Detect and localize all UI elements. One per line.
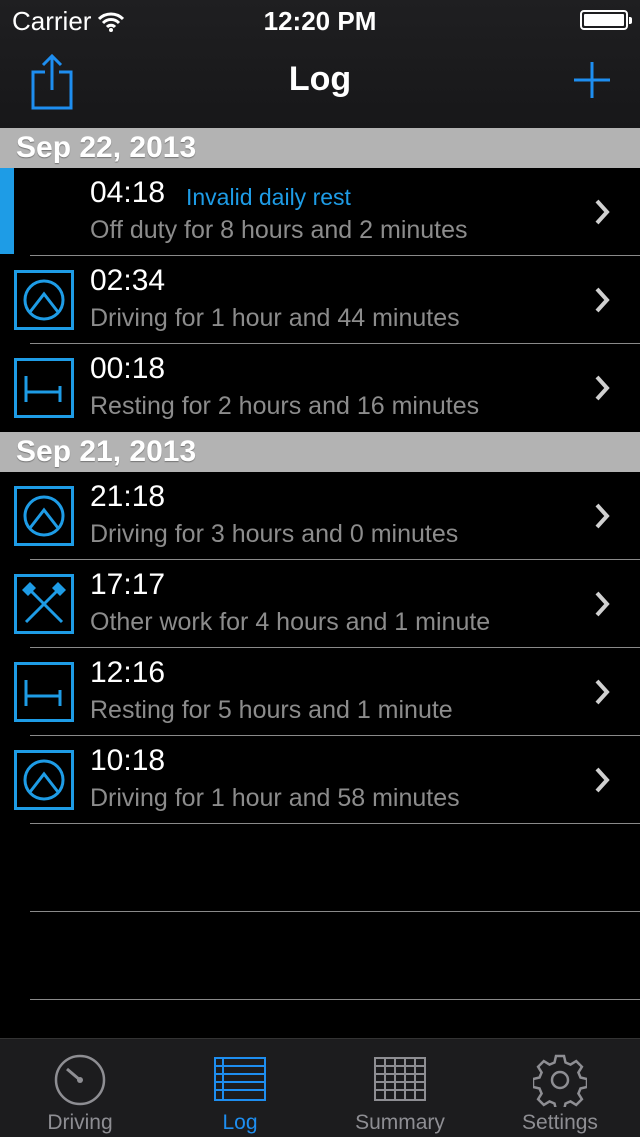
tab-label: Settings — [522, 1111, 598, 1134]
entry-description: Driving for 3 hours and 0 minutes — [90, 520, 459, 548]
hammers-icon — [14, 574, 74, 634]
driving-icon — [14, 750, 74, 810]
grid-icon — [374, 1057, 426, 1101]
entry-time: 04:18 — [90, 176, 166, 209]
log-row[interactable]: 02:34 Driving for 1 hour and 44 minutes — [0, 256, 640, 344]
log-row[interactable]: 10:18 Driving for 1 hour and 58 minutes — [0, 736, 640, 824]
tab-summary[interactable]: Summary — [320, 1039, 480, 1137]
log-row[interactable]: 17:17 Other work for 4 hours and 1 minut… — [0, 560, 640, 648]
section-header: Sep 22, 2013 — [0, 128, 640, 168]
section-header: Sep 21, 2013 — [0, 432, 640, 472]
tab-driving[interactable]: Driving — [0, 1039, 160, 1137]
bed-icon — [14, 662, 74, 722]
driving-icon — [14, 486, 74, 546]
chevron-right-icon — [595, 679, 610, 705]
chevron-right-icon — [595, 591, 610, 617]
divider — [30, 999, 640, 1000]
speedometer-icon — [54, 1054, 106, 1106]
page-title: Log — [288, 60, 352, 98]
chevron-right-icon — [595, 375, 610, 401]
clock-label: 12:20 PM — [263, 6, 377, 36]
log-list: Sep 22, 2013 04:18 Invalid daily rest Of… — [0, 128, 640, 824]
entry-time: 02:34 — [90, 264, 166, 297]
tab-log[interactable]: Log — [160, 1039, 320, 1137]
entry-description: Other work for 4 hours and 1 minute — [90, 608, 491, 636]
chevron-right-icon — [595, 503, 610, 529]
entry-time: 10:18 — [90, 744, 166, 777]
battery-icon — [580, 10, 632, 30]
entry-description: Driving for 1 hour and 44 minutes — [90, 304, 460, 332]
tab-label: Log — [222, 1111, 258, 1134]
log-row[interactable]: 12:16 Resting for 5 hours and 1 minute — [0, 648, 640, 736]
status-bar: Carrier 12:20 PM — [0, 0, 640, 40]
entry-time: 00:18 — [90, 352, 166, 385]
warning-label: Invalid daily rest — [186, 184, 351, 210]
tab-bar: Driving Log Summary Settings — [0, 1038, 640, 1137]
entry-time: 17:17 — [90, 568, 166, 601]
entry-description: Resting for 2 hours and 16 minutes — [90, 392, 480, 420]
off-duty-marker — [0, 168, 14, 254]
entry-time: 21:18 — [90, 480, 166, 513]
plus-icon — [574, 62, 610, 98]
chevron-right-icon — [595, 199, 610, 225]
chevron-right-icon — [595, 767, 610, 793]
chevron-right-icon — [595, 287, 610, 313]
gear-icon — [533, 1054, 587, 1107]
top-bar: Carrier 12:20 PM Log — [0, 0, 640, 128]
log-row[interactable]: 00:18 Resting for 2 hours and 16 minutes — [0, 344, 640, 432]
log-row[interactable]: 04:18 Invalid daily rest Off duty for 8 … — [0, 168, 640, 256]
entry-description: Driving for 1 hour and 58 minutes — [90, 784, 460, 812]
log-row[interactable]: 21:18 Driving for 3 hours and 0 minutes — [0, 472, 640, 560]
tab-label: Driving — [47, 1111, 113, 1134]
entry-time: 12:16 — [90, 656, 166, 689]
bed-icon — [14, 358, 74, 418]
tab-settings[interactable]: Settings — [480, 1039, 640, 1137]
entry-description: Off duty for 8 hours and 2 minutes — [90, 216, 468, 244]
log-icon — [214, 1057, 266, 1101]
add-button[interactable] — [572, 60, 612, 100]
driving-icon — [14, 270, 74, 330]
entry-description: Resting for 5 hours and 1 minute — [90, 696, 453, 724]
divider — [30, 911, 640, 912]
tab-label: Summary — [355, 1111, 445, 1134]
